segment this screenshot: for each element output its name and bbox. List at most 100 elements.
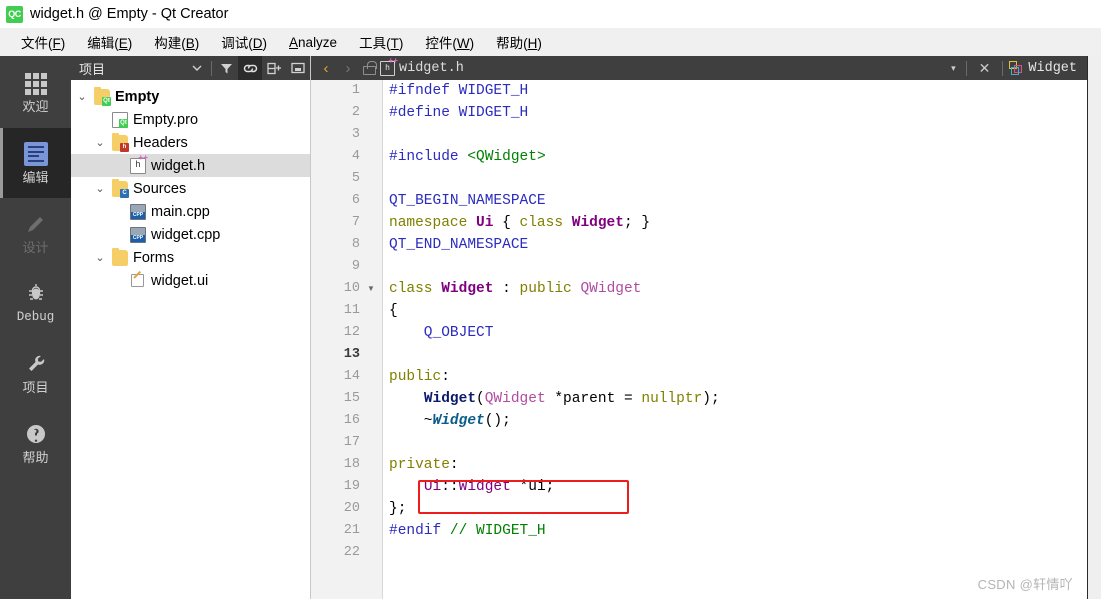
code-token: :: [441, 369, 450, 385]
tree-item-empty[interactable]: ⌄ Qt Empty: [71, 85, 310, 108]
tree-item-forms[interactable]: ⌄ Forms: [71, 246, 310, 269]
menu-item-f[interactable]: 文件(F): [10, 29, 76, 55]
qt-creator-window: QC widget.h @ Empty - Qt Creator 文件(F) 编辑…: [0, 0, 1101, 599]
mode-button-5[interactable]: 帮助: [0, 408, 71, 478]
line-number: 13: [343, 347, 360, 362]
code-line: Q_OBJECT: [389, 322, 1087, 344]
filter-icon[interactable]: [214, 56, 238, 80]
tree-item-widget-h[interactable]: ·h++widget.h: [71, 154, 310, 177]
tree-item-empty-pro[interactable]: ·QtEmpty.pro: [71, 108, 310, 131]
tree-item-label: main.cpp: [151, 203, 210, 220]
folder-cpp-icon: C: [112, 178, 129, 198]
line-number: 9: [351, 259, 360, 274]
menu-item-h[interactable]: 帮助(H): [485, 29, 553, 55]
main-body: 欢迎 编辑 设计 Debug 项目 帮助 项目 ⌄ Qt Empty Qt Em…: [0, 56, 1101, 599]
mode-button-3[interactable]: Debug: [0, 268, 71, 338]
expand-chevron-icon[interactable]: ⌄: [93, 251, 107, 264]
split-icon[interactable]: [262, 56, 286, 80]
folder-h-icon: h: [112, 132, 129, 152]
code-token: public: [389, 369, 442, 385]
line-number: 11: [343, 303, 360, 318]
menu-item-e[interactable]: 编辑(E): [76, 29, 143, 55]
dropdown-arrow-icon[interactable]: [185, 56, 209, 80]
code-token: Widget: [571, 215, 624, 231]
navigate-forward-icon[interactable]: ›: [339, 60, 357, 77]
toolbar-divider-2: [965, 60, 967, 76]
open-file-name[interactable]: widget.h: [399, 61, 464, 76]
tree-item-label: Empty.pro: [133, 111, 199, 128]
menu-item-b[interactable]: 构建(B): [143, 29, 210, 55]
tree-item-label: Sources: [133, 180, 187, 197]
tree-item-sources[interactable]: ⌄ C Sources: [71, 177, 310, 200]
code-editor[interactable]: 1 2 3 4 5 6 7 8 9 10 ▼ 11 12 13 14 15 16 17 18 19 20 21 22 #if…: [311, 80, 1087, 599]
tree-item-label: widget.h: [151, 157, 206, 174]
code-token: Widget: [441, 281, 494, 297]
expand-chevron-icon[interactable]: ⌄: [93, 182, 107, 195]
menu-item-t[interactable]: 工具(T): [348, 29, 414, 55]
code-token: Widget: [432, 413, 485, 429]
close-document-icon[interactable]: ✕: [973, 60, 997, 77]
line-number: 7: [351, 215, 360, 230]
class-symbol-icon: [1009, 60, 1024, 76]
mode-button-0[interactable]: 欢迎: [0, 58, 71, 128]
mode-label: 欢迎: [22, 99, 49, 114]
tree-item-label: Forms: [133, 249, 175, 266]
collapse-icon[interactable]: [286, 56, 310, 80]
code-token: Ui: [423, 479, 442, 495]
code-token: WIDGET_H: [458, 83, 529, 99]
code-token: #define: [389, 105, 459, 121]
navigate-back-icon[interactable]: ‹: [317, 60, 335, 77]
question-circle-icon: [26, 425, 45, 443]
file-dropdown-icon[interactable]: ▾: [947, 63, 960, 74]
menu-item-d[interactable]: 调试(D): [210, 29, 278, 55]
menu-item-w[interactable]: 控件(W): [414, 29, 485, 55]
expand-chevron-icon[interactable]: ⌄: [93, 136, 107, 149]
code-token: *parent =: [545, 391, 642, 407]
expand-chevron-icon[interactable]: ⌄: [75, 90, 89, 103]
toolbar-divider-3: [1002, 60, 1004, 76]
menu-bar: 文件(F) 编辑(E) 构建(B) 调试(D) Analyze 工具(T) 控件(W) 帮助(…: [0, 28, 1101, 56]
code-line: };: [389, 498, 1087, 520]
line-number: 5: [351, 171, 360, 186]
code-token: ::: [441, 479, 459, 495]
line-number: 4: [351, 149, 360, 164]
edit-document-icon: [23, 142, 48, 166]
mode-label: 帮助: [22, 450, 49, 465]
code-token: *ui;: [510, 479, 555, 495]
code-token: ~: [389, 413, 433, 429]
code-token: QWidget: [484, 391, 546, 407]
code-text[interactable]: #ifndef WIDGET_H #define WIDGET_H #includ…: [383, 80, 1087, 599]
wrench-icon: [28, 355, 44, 371]
menu-item-a[interactable]: Analyze: [278, 32, 348, 53]
fold-collapse-icon[interactable]: ▼: [365, 278, 377, 300]
file-header-icon: h ++: [130, 154, 148, 174]
code-token: namespace: [389, 215, 477, 231]
mode-button-4[interactable]: 项目: [0, 338, 71, 408]
line-number: 19: [343, 479, 360, 494]
code-line: private:: [389, 454, 1087, 476]
code-token: nullptr: [641, 391, 703, 407]
code-token: private: [389, 457, 450, 473]
current-symbol[interactable]: Widget: [1028, 61, 1077, 76]
tree-item-headers[interactable]: ⌄ h Headers: [71, 131, 310, 154]
project-tree: ⌄QtEmpty·QtEmpty.pro⌄hHeaders·h++widget.…: [71, 80, 310, 599]
mode-button-2: 设计: [0, 198, 71, 268]
code-token: WIDGET_H: [458, 105, 529, 121]
code-line: QT_BEGIN_NAMESPACE: [389, 190, 1087, 212]
line-number: 14: [343, 369, 360, 384]
line-number: 3: [351, 127, 360, 142]
mode-button-1[interactable]: 编辑: [0, 128, 71, 198]
header-file-icon: h: [380, 58, 398, 76]
code-line: #define WIDGET_H: [389, 102, 1087, 124]
unlock-icon[interactable]: [361, 61, 377, 75]
tree-item-main-cpp[interactable]: ·CPPmain.cpp: [71, 200, 310, 223]
window-title: widget.h @ Empty - Qt Creator: [30, 6, 229, 22]
code-line: public:: [389, 366, 1087, 388]
link-with-editor-icon[interactable]: [238, 56, 262, 80]
tree-item-widget-cpp[interactable]: ·CPPwidget.cpp: [71, 223, 310, 246]
tree-item-widget-ui[interactable]: ·widget.ui: [71, 269, 310, 292]
line-number: 12: [343, 325, 360, 340]
code-token: };: [389, 501, 407, 517]
